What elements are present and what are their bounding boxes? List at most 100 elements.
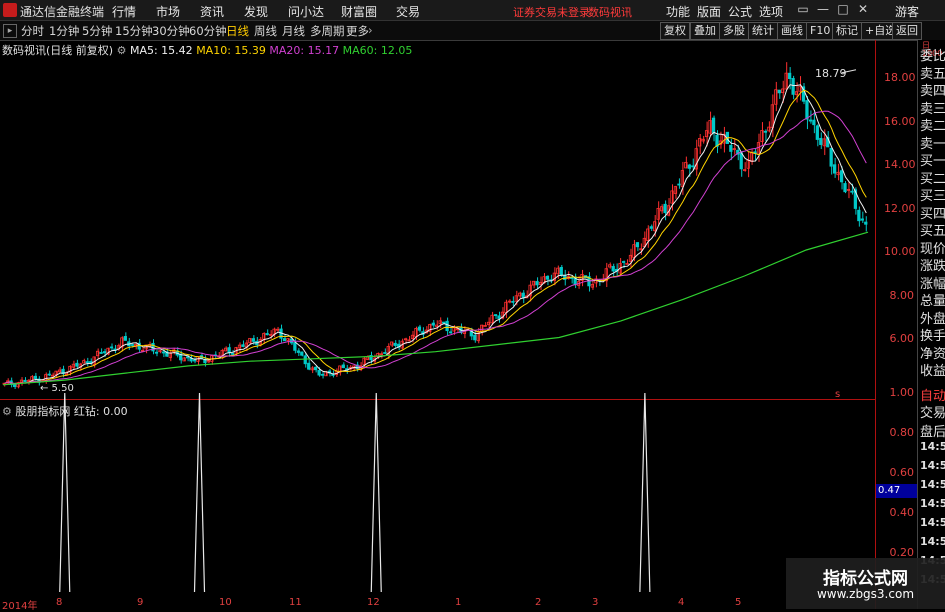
multi-stock-button[interactable]: 多股: [719, 22, 749, 40]
candle-body: [836, 171, 840, 176]
candle-body: [310, 367, 314, 371]
tab-weekly[interactable]: 周线: [254, 23, 277, 39]
price-tick: 18.00: [884, 71, 916, 84]
tab-1min[interactable]: 1分钟: [49, 23, 79, 39]
menu-quotes[interactable]: 行情: [112, 3, 136, 20]
app-logo-icon: [3, 3, 17, 17]
toolbar-toggle-icon[interactable]: ▸: [3, 24, 17, 38]
candle-body: [632, 244, 636, 258]
menu-ask[interactable]: 问小达: [288, 3, 324, 20]
quote-field-label: 卖二: [920, 119, 945, 134]
signal-spike: [59, 392, 71, 593]
candle-body: [864, 221, 868, 225]
kline-chart[interactable]: 18.79← 5.50s: [0, 56, 875, 399]
candle-body: [435, 324, 439, 327]
menu-function[interactable]: 功能: [666, 3, 690, 20]
chevron-right-icon[interactable]: ›: [368, 23, 373, 37]
adjust-button[interactable]: 复权: [660, 22, 690, 40]
overlay-button[interactable]: 叠加: [690, 22, 720, 40]
x-axis-label: 8: [56, 597, 63, 608]
candle-body: [99, 352, 103, 354]
close-icon[interactable]: ✕: [854, 2, 872, 18]
candle-body: [819, 137, 823, 145]
candle-body: [96, 350, 100, 357]
tab-15min[interactable]: 15分钟: [115, 23, 153, 39]
signal-spike: [370, 392, 382, 593]
candle-body: [829, 147, 833, 167]
tick-time: 14:56: [920, 440, 945, 453]
maximize-icon[interactable]: □: [834, 2, 852, 18]
candle-body: [611, 266, 615, 272]
candle-body: [317, 370, 321, 376]
menu-news[interactable]: 资讯: [200, 3, 224, 20]
menu-market[interactable]: 市场: [156, 3, 180, 20]
draw-button[interactable]: 画线: [777, 22, 807, 40]
candle-body: [729, 145, 733, 152]
quote-field-label: 卖四: [920, 84, 945, 99]
date-axis: [0, 598, 875, 609]
ma5-line: [4, 84, 867, 385]
indicator-chart[interactable]: [0, 390, 875, 597]
signal-spike: [193, 392, 206, 593]
price-tick: 14.00: [884, 158, 916, 171]
candle-body: [445, 320, 449, 332]
stock-title: 数码视讯: [588, 6, 632, 19]
quote-field-label: 涨跌: [920, 259, 945, 274]
menu-options[interactable]: 选项: [759, 3, 783, 20]
candle-body: [383, 352, 387, 354]
candle-body: [687, 164, 691, 169]
price-tick: 12.00: [884, 202, 916, 215]
stats-button[interactable]: 统计: [748, 22, 778, 40]
candle-body: [230, 353, 235, 355]
candle-body: [843, 183, 847, 193]
login-notice[interactable]: 证券交易未登录: [513, 4, 590, 20]
menu-discover[interactable]: 发现: [244, 3, 268, 20]
menu-layout[interactable]: 版面: [697, 3, 721, 20]
tab-5min[interactable]: 5分钟: [82, 23, 112, 39]
candle-body: [75, 362, 79, 367]
candle-body: [12, 384, 17, 388]
tick-time: 14:56: [920, 535, 945, 548]
guest-label[interactable]: 游客: [895, 3, 919, 20]
tab-intraday[interactable]: 分时: [21, 23, 44, 39]
candle-body: [85, 361, 89, 364]
candle-body: [19, 379, 24, 383]
tab-monthly[interactable]: 月线: [282, 23, 305, 39]
candle-body: [833, 164, 837, 174]
tab-daily[interactable]: 日线: [226, 23, 249, 39]
quote-field-label: 卖五: [920, 66, 945, 82]
tick-time: 14:56: [920, 516, 945, 529]
candle-body: [563, 275, 567, 280]
candle-body: [763, 130, 768, 133]
f10-button[interactable]: F10: [806, 22, 835, 40]
menu-formula[interactable]: 公式: [728, 3, 752, 20]
back-button[interactable]: 返回: [892, 22, 922, 40]
tab-more[interactable]: 更多: [346, 23, 369, 39]
candle-body: [313, 366, 318, 371]
tab-multi-period[interactable]: 多周期: [310, 23, 345, 39]
tick-time: 14:56: [920, 478, 945, 491]
candle-body: [497, 315, 501, 319]
candle-body: [23, 379, 27, 383]
layout-icon[interactable]: ▭: [794, 2, 812, 18]
watermark-url: www.zbgs3.com: [816, 587, 915, 601]
menu-wealth[interactable]: 财富圈: [341, 3, 377, 20]
candle-body: [282, 338, 287, 342]
signal-spike: [639, 392, 651, 593]
minimize-icon[interactable]: —: [814, 2, 832, 18]
candle-body: [296, 350, 300, 353]
candle-body: [102, 351, 107, 354]
candle-body: [130, 344, 134, 346]
menu-trade[interactable]: 交易: [396, 3, 420, 20]
tick-time: 14:56: [920, 497, 945, 510]
candle-body: [123, 336, 127, 341]
mark-button[interactable]: 标记: [832, 22, 862, 40]
x-axis-label: 2014年: [2, 601, 38, 612]
tab-60min[interactable]: 60分钟: [189, 23, 227, 39]
price-tick: 6.00: [889, 332, 915, 345]
candle-body: [521, 292, 525, 299]
quote-field-label: 收益: [920, 364, 945, 379]
ma10-line: [4, 89, 867, 385]
tab-30min[interactable]: 30分钟: [152, 23, 190, 39]
candle-body: [320, 373, 325, 376]
